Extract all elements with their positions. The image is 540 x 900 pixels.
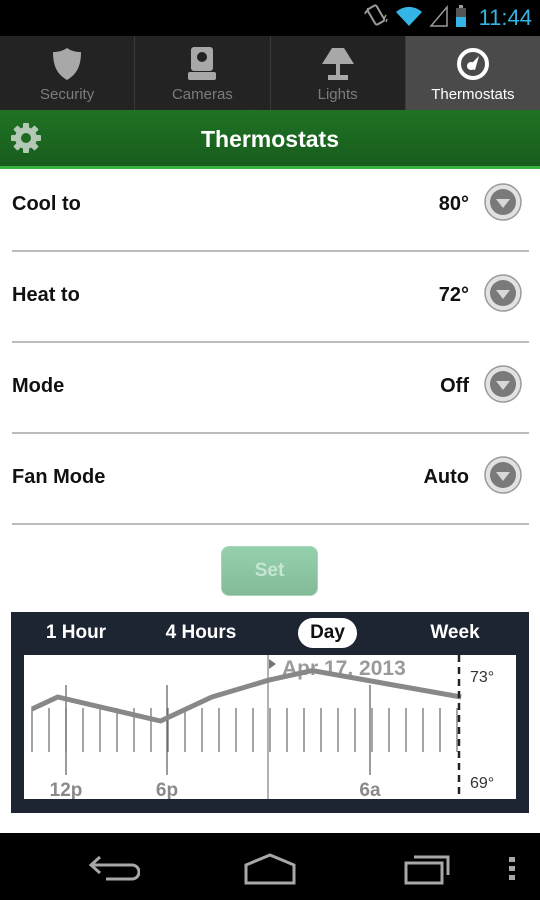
tab-label: Security bbox=[40, 86, 95, 103]
tab-lights[interactable]: Lights bbox=[271, 36, 406, 110]
x-tick-label: 12p bbox=[50, 780, 83, 799]
shield-icon bbox=[51, 46, 83, 87]
vibrate-icon bbox=[363, 3, 389, 34]
x-tick-label: 6a bbox=[359, 780, 381, 799]
thermostat-dial-icon bbox=[455, 46, 491, 87]
cell-signal-icon bbox=[428, 4, 449, 33]
tab-thermostats[interactable]: Thermostats bbox=[405, 36, 540, 110]
setting-label: Cool to bbox=[12, 193, 81, 215]
x-tick-label: 6p bbox=[156, 780, 178, 799]
setting-value: 80° bbox=[438, 193, 469, 215]
tab-label: Cameras bbox=[171, 86, 233, 103]
navigation-bar bbox=[0, 833, 540, 900]
setting-value: Auto bbox=[423, 466, 469, 488]
date-pointer-icon bbox=[269, 659, 276, 669]
dropdown-arrow-icon[interactable] bbox=[483, 364, 523, 404]
back-icon[interactable] bbox=[84, 847, 141, 892]
status-bar: 11:44 bbox=[0, 0, 540, 36]
setting-value: 72° bbox=[438, 284, 469, 306]
range-tab-4-hours[interactable]: 4 Hours bbox=[156, 618, 246, 648]
setting-label: Heat to bbox=[12, 284, 80, 306]
setting-label: Fan Mode bbox=[12, 466, 106, 488]
dropdown-arrow-icon[interactable] bbox=[483, 273, 523, 313]
history-chart-panel: 1 Hour 4 Hours Day Week Apr 17, 2013 73°… bbox=[11, 612, 529, 813]
setting-row-cool-to[interactable]: Cool to 80° bbox=[12, 160, 529, 252]
wifi-icon bbox=[395, 4, 423, 33]
tab-bar: Security Cameras Lights Thermostats bbox=[0, 36, 540, 110]
setting-row-mode[interactable]: Mode Off bbox=[12, 342, 529, 434]
camera-icon bbox=[186, 46, 218, 87]
chart-svg: Apr 17, 2013 73° 69° 12p 6p 6a bbox=[30, 655, 494, 799]
home-icon[interactable] bbox=[240, 847, 300, 892]
recent-apps-icon[interactable] bbox=[400, 847, 456, 892]
setting-row-heat-to[interactable]: Heat to 72° bbox=[12, 251, 529, 343]
tab-cameras[interactable]: Cameras bbox=[135, 36, 271, 110]
dropdown-arrow-icon[interactable] bbox=[483, 455, 523, 495]
tab-label: Thermostats bbox=[431, 86, 515, 103]
lamp-icon bbox=[320, 46, 356, 87]
page-title: Thermostats bbox=[200, 126, 340, 152]
range-tab-week[interactable]: Week bbox=[415, 618, 495, 648]
tab-label: Lights bbox=[317, 86, 358, 103]
range-tabs: 1 Hour 4 Hours Day Week bbox=[11, 612, 529, 654]
setting-label: Mode bbox=[12, 375, 65, 397]
range-tab-1-hour[interactable]: 1 Hour bbox=[31, 618, 121, 648]
set-button[interactable]: Set bbox=[221, 546, 318, 596]
range-tab-day[interactable]: Day bbox=[298, 618, 357, 648]
dropdown-arrow-icon[interactable] bbox=[483, 182, 523, 222]
temperature-chart[interactable]: Apr 17, 2013 73° 69° 12p 6p 6a bbox=[24, 655, 516, 799]
tab-security[interactable]: Security bbox=[0, 36, 136, 110]
y-tick-label: 69° bbox=[470, 775, 494, 792]
battery-icon bbox=[455, 4, 467, 33]
y-tick-label: 73° bbox=[470, 669, 494, 686]
setting-value: Off bbox=[440, 375, 469, 397]
overflow-menu-icon[interactable] bbox=[506, 847, 518, 892]
setting-row-fan-mode[interactable]: Fan Mode Auto bbox=[12, 433, 529, 525]
clock: 11:44 bbox=[478, 5, 532, 30]
